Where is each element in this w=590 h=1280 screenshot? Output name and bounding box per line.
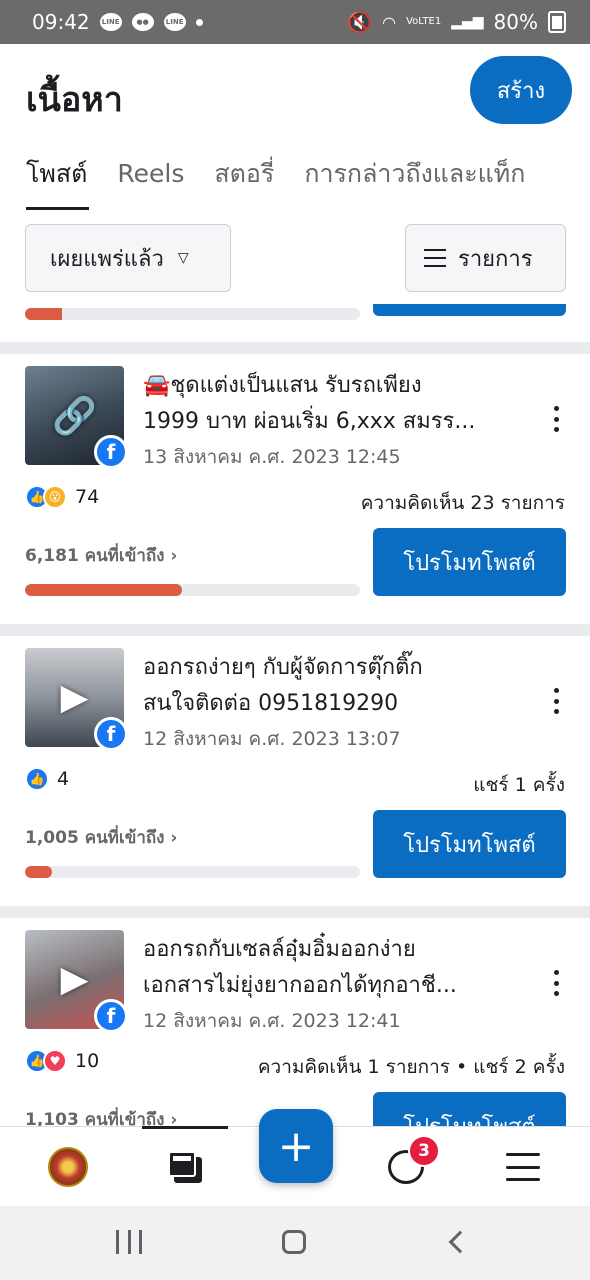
facebook-icon: f xyxy=(94,717,128,751)
post-text-line: 🚘ชุดแต่งเป็นแสน รับรถเพียง xyxy=(143,373,422,398)
recents-icon[interactable] xyxy=(116,1230,142,1254)
reach-label: 1,103 คนที่เข้าถึง xyxy=(25,1110,165,1126)
dot-icon xyxy=(195,18,203,26)
back-icon[interactable] xyxy=(448,1230,472,1254)
wifi-icon: ◠ xyxy=(382,12,397,32)
post-date: 13 สิงหาคม ค.ศ. 2023 12:45 xyxy=(143,446,401,468)
signal-icon: ▂▄▆ xyxy=(451,14,484,30)
chevron-down-icon: ▽ xyxy=(177,250,189,266)
avatar xyxy=(48,1147,88,1187)
status-bar: 09:42 LINE ●● LINE 🔇 ◠ VoLTE1 ▂▄▆ 80% xyxy=(0,0,590,44)
facebook-icon: f xyxy=(94,435,128,469)
reach-bar xyxy=(25,308,360,320)
promote-button[interactable]: โปรโมทโพสต์ xyxy=(373,1092,566,1126)
create-button[interactable]: สร้าง xyxy=(470,56,572,124)
page-title: เนื้อหา xyxy=(26,80,123,120)
content-tabs: โพสต์ Reels สตอรี่ การกล่าวถึงและแท็ก xyxy=(0,152,590,210)
home-icon[interactable] xyxy=(282,1230,306,1254)
tab-stories[interactable]: สตอรี่ xyxy=(214,152,274,210)
more-options-icon[interactable] xyxy=(549,406,563,432)
published-filter-label: เผยแพร่แล้ว xyxy=(50,246,164,272)
post-text-line: เอกสารไม่ยุ่งยากออกได้ทุกอาชี... xyxy=(143,973,457,998)
wow-reaction-icon: 😮 xyxy=(43,485,67,509)
reach-bar xyxy=(25,866,360,878)
post-text-line: 1999 บาท ผ่อนเริ่ม 6,xxx สมรร... xyxy=(143,409,476,434)
engagement-summary[interactable]: ความคิดเห็น 1 รายการ • แชร์ 2 ครั้ง xyxy=(258,1052,565,1082)
post-card: 🔗 f 🚘ชุดแต่งเป็นแสน รับรถเพียง 1999 บาท … xyxy=(0,342,590,624)
reaction-count: 4 xyxy=(57,768,70,790)
tab-posts[interactable]: โพสต์ xyxy=(26,152,90,210)
post-text-line: สนใจติดต่อ 0951819290 xyxy=(143,691,399,716)
mute-icon: 🔇 xyxy=(347,10,373,34)
post-card: ▶ f ออกรถกับเซลล์อุ๋มอิ๋มออกง่าย เอกสารไ… xyxy=(0,906,590,1126)
more-options-icon[interactable] xyxy=(549,970,563,996)
post-text[interactable]: 🚘ชุดแต่งเป็นแสน รับรถเพียง 1999 บาท ผ่อน… xyxy=(143,368,523,440)
reaction-count: 10 xyxy=(75,1050,100,1072)
reactions[interactable]: 👍 4 xyxy=(25,767,69,791)
post-date: 12 สิงหาคม ค.ศ. 2023 12:41 xyxy=(143,1010,401,1032)
reactions[interactable]: 👍 😮 74 xyxy=(25,485,99,509)
like-reaction-icon: 👍 xyxy=(25,767,49,791)
line-icon: LINE xyxy=(163,13,186,31)
post-text-line: ออกรถง่ายๆ กับผู้จัดการตุ๊กติ๊ก xyxy=(143,655,423,680)
published-filter-dropdown[interactable]: เผยแพร่แล้ว ▽ xyxy=(25,224,231,292)
post-text[interactable]: ออกรถง่ายๆ กับผู้จัดการตุ๊กติ๊ก สนใจติดต… xyxy=(143,650,523,722)
engagement-summary[interactable]: แชร์ 1 ครั้ง xyxy=(473,770,565,800)
reach-bar-fill xyxy=(25,866,52,878)
reach-bar-fill xyxy=(25,308,62,320)
chevron-right-icon: › xyxy=(170,1110,178,1126)
love-reaction-icon: ♥ xyxy=(43,1049,67,1073)
list-view-button[interactable]: รายการ xyxy=(405,224,566,292)
reach-bar-fill xyxy=(25,584,183,596)
system-nav-bar xyxy=(0,1206,590,1280)
reactions[interactable]: 👍 ♥ 10 xyxy=(25,1049,99,1073)
reaction-count: 74 xyxy=(75,486,100,508)
more-options-icon[interactable] xyxy=(549,688,563,714)
pages-icon xyxy=(168,1151,202,1183)
battery-percent: 80% xyxy=(493,10,538,34)
chevron-right-icon: › xyxy=(170,828,178,848)
previous-post-tail xyxy=(0,304,590,342)
post-text-line: ออกรถกับเซลล์อุ๋มอิ๋มออกง่าย xyxy=(143,937,416,962)
line-icon: LINE xyxy=(99,13,122,31)
reach-link[interactable]: 1,005 คนที่เข้าถึง › xyxy=(25,824,177,851)
promote-button[interactable]: โปรโมทโพสต์ xyxy=(373,528,566,596)
chat-bubbles-icon: ●● xyxy=(131,13,154,31)
content-nav-button[interactable] xyxy=(163,1145,207,1189)
network-label: VoLTE1 xyxy=(406,16,442,27)
post-card: ▶ f ออกรถง่ายๆ กับผู้จัดการตุ๊กติ๊ก สนใจ… xyxy=(0,624,590,906)
reach-label: 6,181 คนที่เข้าถึง xyxy=(25,546,165,566)
reach-label: 1,005 คนที่เข้าถึง xyxy=(25,828,165,848)
list-icon xyxy=(424,249,446,267)
promote-button[interactable]: โปรโมทโพสต์ xyxy=(373,810,566,878)
page-avatar-button[interactable] xyxy=(46,1145,90,1189)
engagement-summary[interactable]: ความคิดเห็น 23 รายการ xyxy=(361,488,565,518)
facebook-icon: f xyxy=(94,999,128,1033)
reach-bar xyxy=(25,584,360,596)
status-time: 09:42 xyxy=(32,10,90,34)
post-text[interactable]: ออกรถกับเซลล์อุ๋มอิ๋มออกง่าย เอกสารไม่ยุ… xyxy=(143,932,523,1004)
chevron-right-icon: › xyxy=(170,546,178,566)
tab-mentions-tags[interactable]: การกล่าวถึงและแท็ก xyxy=(304,152,525,210)
content-header: เนื้อหา สร้าง โพสต์ Reels สตอรี่ การกล่า… xyxy=(0,44,590,304)
active-tab-indicator xyxy=(142,1126,228,1129)
bottom-nav: + 3 xyxy=(0,1109,590,1206)
reach-link[interactable]: 6,181 คนที่เข้าถึง › xyxy=(25,542,177,569)
create-fab-button[interactable]: + xyxy=(259,1109,333,1183)
tab-reels[interactable]: Reels xyxy=(117,152,184,210)
notification-badge: 3 xyxy=(408,1135,440,1167)
list-view-label: รายการ xyxy=(458,246,533,272)
reach-link[interactable]: 1,103 คนที่เข้าถึง › xyxy=(25,1106,177,1126)
menu-nav-button[interactable] xyxy=(501,1145,545,1189)
battery-icon xyxy=(548,11,566,33)
promote-button[interactable] xyxy=(373,304,566,316)
posts-list[interactable]: 🔗 f 🚘ชุดแต่งเป็นแสน รับรถเพียง 1999 บาท … xyxy=(0,304,590,1126)
post-date: 12 สิงหาคม ค.ศ. 2023 13:07 xyxy=(143,728,401,750)
menu-icon xyxy=(506,1153,540,1181)
